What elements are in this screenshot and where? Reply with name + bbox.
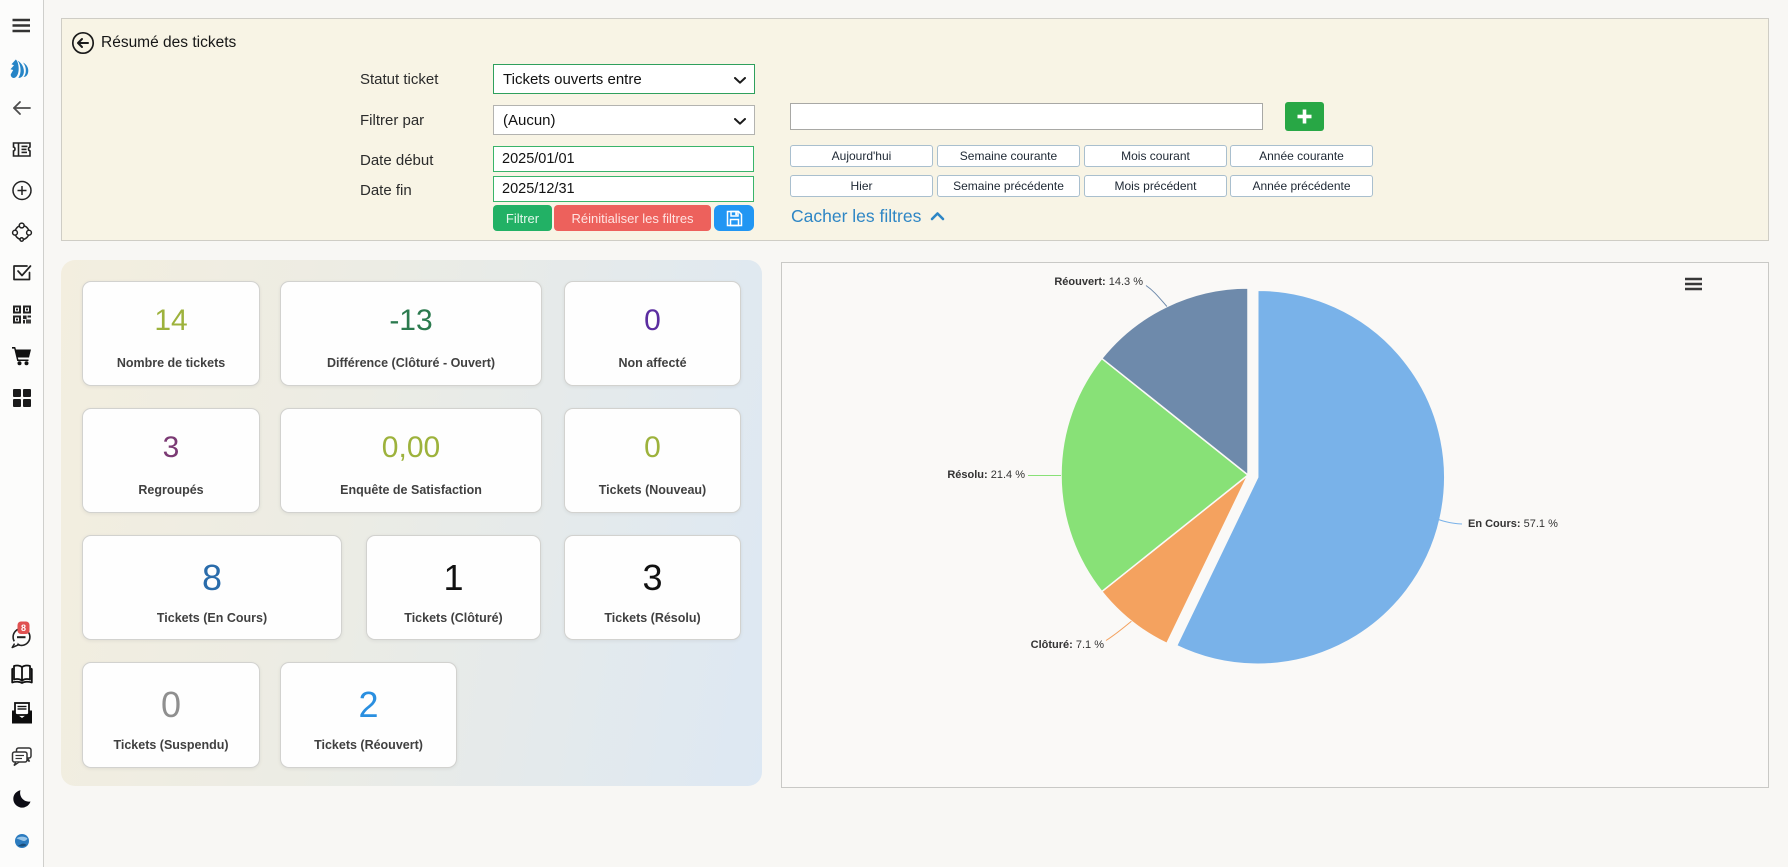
svg-text:8: 8 [21, 623, 26, 633]
